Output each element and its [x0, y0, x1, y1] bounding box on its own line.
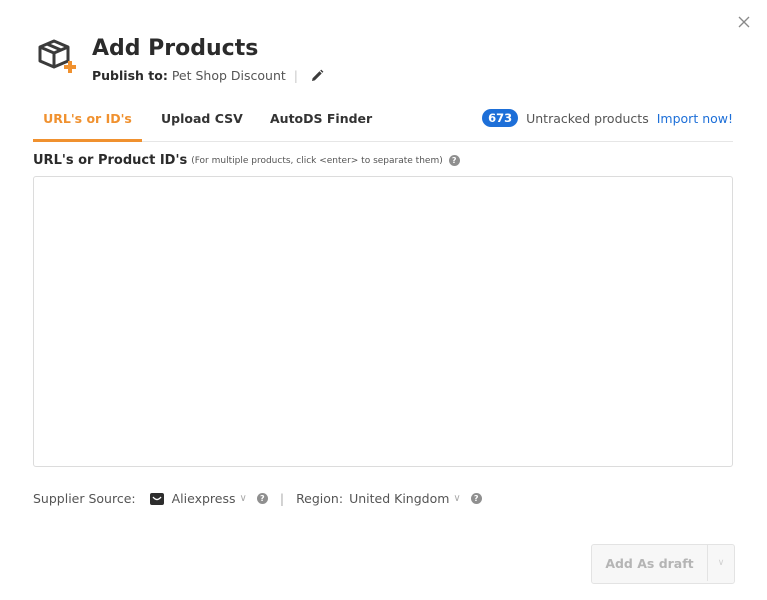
tab-bar: URL's or ID's Upload CSV AutoDS Finder 6… [33, 105, 733, 142]
supplier-row: Supplier Source: Aliexpress ∨ ? | Region… [33, 491, 482, 506]
package-add-icon [38, 39, 76, 73]
region-value: United Kingdom [349, 491, 450, 506]
supplier-value: Aliexpress [171, 491, 236, 506]
tab-autods-finder[interactable]: AutoDS Finder [270, 105, 372, 139]
add-options-toggle[interactable]: ∨ [707, 545, 734, 581]
url-field-label: URL's or Product ID's (For multiple prod… [33, 153, 460, 168]
untracked-label: Untracked products [526, 110, 649, 126]
url-field-title: URL's or Product ID's [33, 153, 188, 168]
add-as-draft-split-button: Add As draft ∨ [591, 544, 735, 584]
publish-label: Publish to: [92, 68, 168, 83]
tab-upload-csv[interactable]: Upload CSV [161, 105, 243, 139]
chevron-down-icon: ∨ [717, 558, 725, 568]
page-title: Add Products [92, 36, 259, 61]
region-label: Region: [296, 491, 344, 506]
publish-separator: | [293, 68, 299, 83]
untracked-count-badge: 673 [482, 109, 519, 127]
region-chevron-down-icon: ∨ [453, 493, 461, 504]
supplier-dropdown[interactable]: Aliexpress ∨ [172, 491, 247, 506]
region-dropdown[interactable]: United Kingdom ∨ [349, 491, 461, 506]
help-icon[interactable]: ? [448, 155, 460, 166]
region-help-icon[interactable]: ? [470, 493, 482, 504]
supplier-help-icon[interactable]: ? [256, 493, 268, 504]
import-now-link[interactable]: Import now! [657, 111, 733, 126]
close-icon [738, 16, 750, 28]
pencil-icon[interactable] [310, 69, 324, 83]
store-name: Pet Shop Discount [171, 68, 286, 83]
urls-input[interactable] [33, 176, 733, 467]
aliexpress-icon [149, 492, 164, 505]
untracked-products: 673 Untracked products Import now! [482, 109, 733, 127]
url-field-hint: (For multiple products, click <enter> to… [191, 155, 443, 166]
supplier-separator: | [279, 491, 285, 506]
add-as-draft-button[interactable]: Add As draft [592, 545, 707, 581]
supplier-source-label: Supplier Source: [33, 491, 136, 506]
modal-header: Add Products Publish to: Pet Shop Discou… [36, 36, 696, 88]
chevron-down-icon: ∨ [239, 493, 247, 504]
close-button[interactable] [734, 12, 754, 32]
tab-urls-or-ids[interactable]: URL's or ID's [33, 105, 142, 142]
publish-info: Publish to: Pet Shop Discount | [92, 68, 324, 83]
